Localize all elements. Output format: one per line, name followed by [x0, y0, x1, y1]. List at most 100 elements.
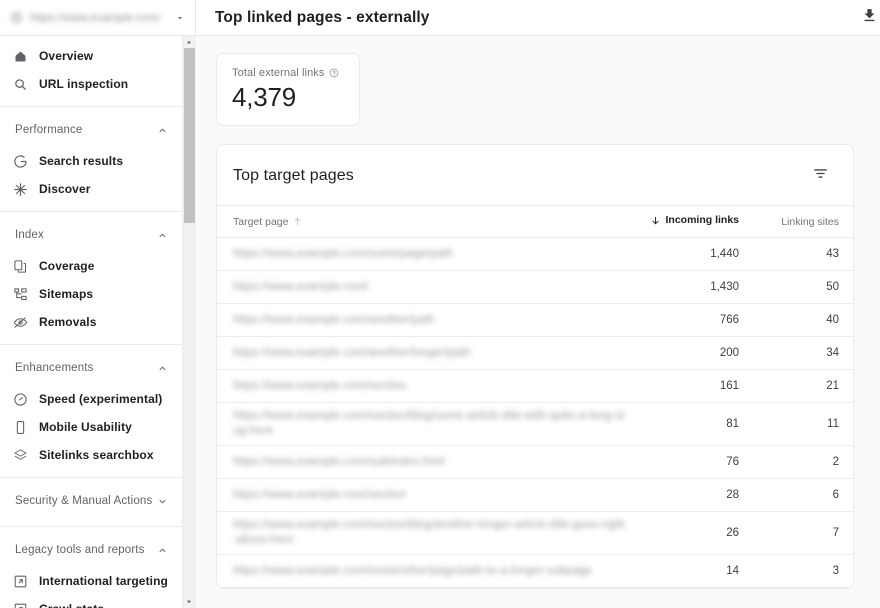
sidebar-item-overview[interactable]: Overview [0, 42, 182, 70]
sidebar-item-search-results[interactable]: Search results [0, 147, 182, 175]
table-row[interactable]: https://www.example.com/section 28 6 [217, 478, 853, 512]
table-row[interactable]: https://www.example.com/another/longer/p… [217, 336, 853, 370]
sidebar-group-main: Overview URL inspection [0, 42, 182, 98]
cell-incoming-links: 1,430 [637, 270, 755, 304]
home-icon [13, 49, 39, 64]
page-title: Top linked pages - externally [215, 8, 430, 26]
sidebar-item-discover[interactable]: Discover [0, 175, 182, 203]
cell-target-page[interactable]: https://www.example.com/sub/index.html [217, 445, 637, 479]
column-header-linking-sites[interactable]: Linking sites [755, 205, 853, 238]
table-header: Top target pages [217, 145, 853, 205]
caret-up-icon[interactable] [182, 36, 196, 48]
sidebar-group-header-enhancements[interactable]: Enhancements [0, 351, 182, 385]
sidebar-item-removals[interactable]: Removals [0, 308, 182, 336]
sidebar-scrollbar[interactable] [182, 36, 196, 608]
column-header-target-page[interactable]: Target page [217, 205, 637, 238]
target-page-url: https://www.example.com/ [233, 280, 369, 293]
caret-down-icon[interactable] [182, 596, 196, 608]
target-page-url: https://www.example.com/section [233, 379, 407, 392]
search-console-app: https://www.example.com/ Top linked page… [0, 0, 880, 608]
help-circle-icon[interactable] [329, 68, 339, 78]
cell-target-page[interactable]: https://www.example.com/ [217, 270, 637, 304]
target-page-url: https://www.example.com/section/blog/ano… [233, 519, 625, 546]
table-row[interactable]: https://www.example.com/ 1,430 50 [217, 270, 853, 304]
table-row[interactable]: https://www.example.com/section/blog/ano… [217, 511, 853, 555]
cell-linking-sites: 6 [755, 478, 853, 512]
eye-off-icon [13, 315, 39, 330]
sidebar-divider [0, 211, 182, 212]
table-row[interactable]: https://www.example.com/section 161 21 [217, 369, 853, 403]
sidebar-item-crawl-stats[interactable]: Crawl stats [0, 595, 182, 608]
sidebar-group-label: Index [15, 229, 44, 241]
sidebar-group-enhancements: Enhancements Speed (experimental) Mobile… [0, 351, 182, 469]
cell-incoming-links: 81 [637, 402, 755, 446]
sidebar-item-coverage[interactable]: Coverage [0, 252, 182, 280]
download-button[interactable] [854, 3, 880, 33]
top-bar-actions [854, 0, 880, 35]
sidebar-nav: Overview URL inspection Performance Sear… [0, 36, 182, 608]
sidebar-group-header-security[interactable]: Security & Manual Actions [0, 484, 182, 518]
table-row[interactable]: https://www.example.com/some/other/page/… [217, 554, 853, 588]
sidebar-item-label: Crawl stats [39, 602, 104, 608]
sidebar-group-header-performance[interactable]: Performance [0, 113, 182, 147]
sidebar-item-label: Sitelinks searchbox [39, 448, 154, 462]
table-title: Top target pages [233, 167, 354, 184]
speedometer-icon [13, 392, 39, 407]
sidebar-item-sitemaps[interactable]: Sitemaps [0, 280, 182, 308]
sidebar-item-sitelinks-searchbox[interactable]: Sitelinks searchbox [0, 441, 182, 469]
sidebar-group-performance: Performance Search results Discover [0, 113, 182, 203]
cell-target-page[interactable]: https://www.example.com/section [217, 369, 637, 403]
sidebar-group-security: Security & Manual Actions [0, 484, 182, 518]
cell-target-page[interactable]: https://www.example.com/some/page/path [217, 237, 637, 271]
sidebar: Overview URL inspection Performance Sear… [0, 36, 196, 608]
top-bar: https://www.example.com/ Top linked page… [0, 0, 880, 36]
sidebar-scrollbar-track[interactable] [182, 48, 196, 596]
sidebar-group-header-index[interactable]: Index [0, 218, 182, 252]
sidebar-item-mobile-usability[interactable]: Mobile Usability [0, 413, 182, 441]
filter-button[interactable] [805, 161, 835, 191]
sidebar-item-label: Speed (experimental) [39, 392, 163, 406]
cell-target-page[interactable]: https://www.example.com/another/longer/p… [217, 336, 637, 370]
property-selector[interactable]: https://www.example.com/ [0, 0, 196, 35]
sidebar-item-international-targeting[interactable]: International targeting [0, 567, 182, 595]
sidebar-item-speed[interactable]: Speed (experimental) [0, 385, 182, 413]
cell-linking-sites: 2 [755, 445, 853, 479]
target-page-url: https://www.example.com/another/longer/p… [233, 346, 471, 359]
sidebar-item-label: International targeting [39, 574, 168, 588]
top-target-pages-table: Target page Incoming links Linking sites… [217, 205, 853, 588]
sidebar-item-url-inspection[interactable]: URL inspection [0, 70, 182, 98]
sidebar-group-legacy: Legacy tools and reports International t… [0, 533, 182, 608]
sitemap-icon [13, 287, 39, 302]
column-label: Linking sites [781, 215, 839, 228]
cell-linking-sites: 3 [755, 554, 853, 588]
cell-target-page[interactable]: https://www.example.com/section [217, 478, 637, 512]
table-row[interactable]: https://www.example.com/another/path 766… [217, 303, 853, 337]
chevron-up-icon [157, 230, 168, 241]
table-row[interactable]: https://www.example.com/sub/index.html 7… [217, 445, 853, 479]
table-row[interactable]: https://www.example.com/some/page/path 1… [217, 237, 853, 271]
target-page-url: https://www.example.com/section [233, 488, 407, 501]
cell-incoming-links: 76 [637, 445, 755, 479]
cell-target-page[interactable]: https://www.example.com/some/other/page/… [217, 554, 637, 588]
layers-icon [13, 448, 39, 463]
stat-value: 4,379 [232, 82, 297, 112]
top-target-pages-card: Top target pages Target page Incoming li… [216, 144, 854, 589]
stat-label: Total external links [232, 67, 325, 79]
sidebar-divider [0, 106, 182, 107]
sidebar-divider [0, 526, 182, 527]
cell-target-page[interactable]: https://www.example.com/section/blog/som… [217, 402, 637, 446]
sidebar-scrollbar-thumb[interactable] [183, 48, 195, 223]
sort-arrow-down-icon [650, 215, 661, 226]
cell-target-page[interactable]: https://www.example.com/another/path [217, 303, 637, 337]
cell-target-page[interactable]: https://www.example.com/section/blog/ano… [217, 511, 637, 555]
download-icon [861, 7, 878, 29]
documents-icon [13, 259, 39, 274]
search-icon [13, 77, 39, 92]
sidebar-group-label: Performance [15, 124, 83, 136]
sidebar-group-header-legacy[interactable]: Legacy tools and reports [0, 533, 182, 567]
column-header-incoming-links[interactable]: Incoming links [637, 205, 755, 238]
cell-linking-sites: 40 [755, 303, 853, 337]
table-row[interactable]: https://www.example.com/section/blog/som… [217, 402, 853, 446]
chevron-down-icon [157, 496, 168, 507]
sidebar-item-label: Sitemaps [39, 287, 94, 301]
